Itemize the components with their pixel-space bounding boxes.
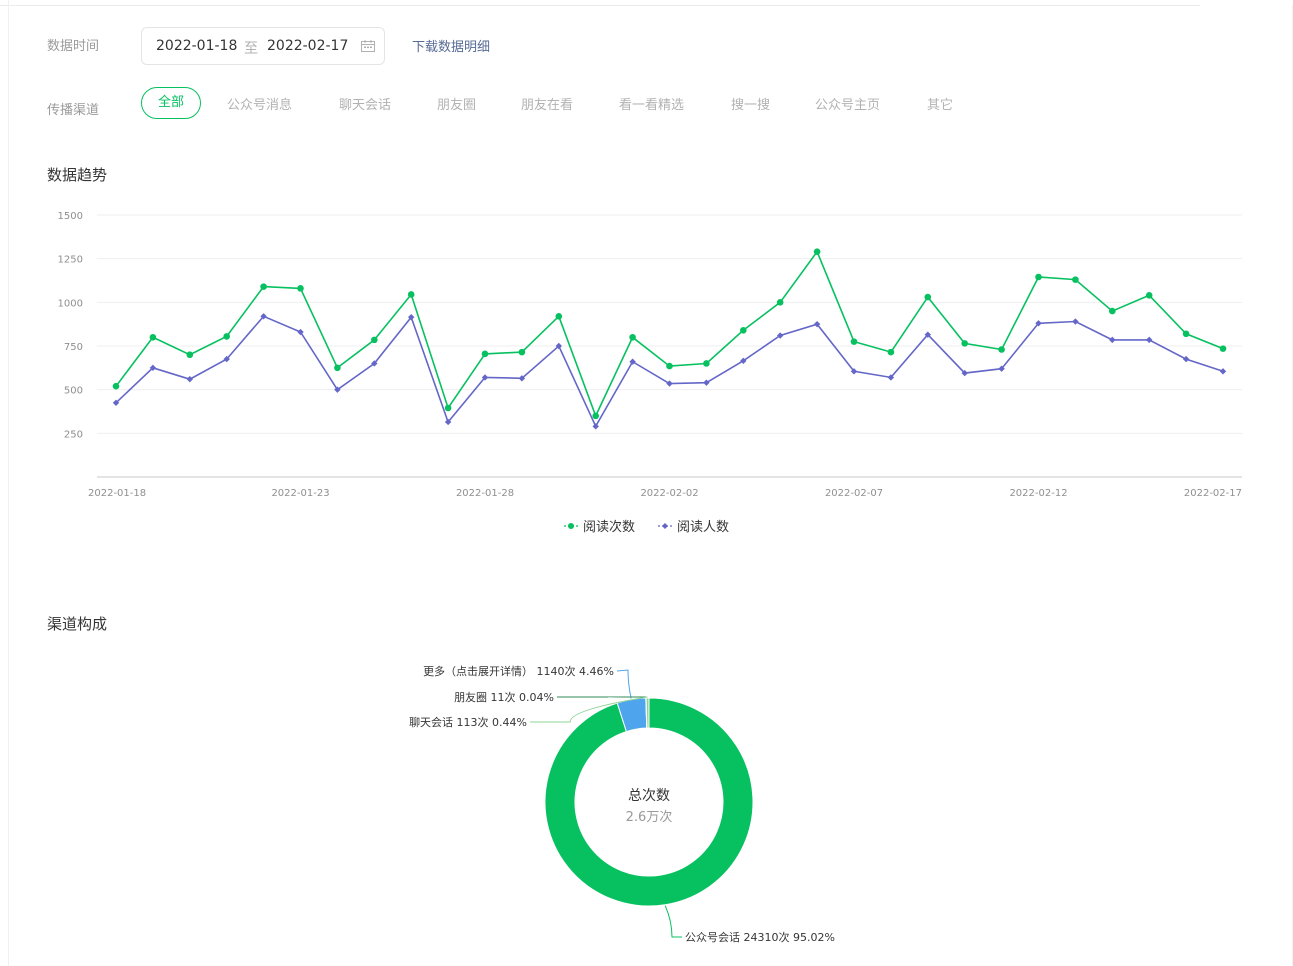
leader-line: [664, 905, 682, 938]
donut-center-title: 总次数: [628, 788, 670, 804]
data-point[interactable]: [666, 362, 673, 370]
data-point[interactable]: [1072, 318, 1079, 325]
channel-chip-other[interactable]: 其它: [927, 94, 953, 113]
x-tick-label: 2022-02-02: [640, 488, 698, 499]
data-point[interactable]: [444, 404, 452, 412]
y-tick-label: 1000: [58, 298, 83, 309]
slice-label[interactable]: 更多（点击展开详情） 1140次 4.46%: [423, 664, 614, 678]
x-tick-label: 2022-01-18: [88, 488, 146, 499]
data-point[interactable]: [1109, 336, 1116, 344]
legend-item-reader-count[interactable]: 阅读人数: [658, 520, 729, 535]
legend-marker: [568, 523, 574, 529]
data-point[interactable]: [555, 313, 563, 320]
series-line-read-count: [115, 250, 1224, 418]
data-point[interactable]: [297, 285, 304, 292]
data-point[interactable]: [629, 333, 636, 341]
date-range-separator: 至: [244, 41, 258, 57]
data-point[interactable]: [961, 340, 968, 347]
donut-slice[interactable]: [645, 697, 650, 729]
data-point[interactable]: [740, 326, 747, 334]
legend-item-read-count[interactable]: 阅读次数: [564, 519, 635, 535]
data-point[interactable]: [1219, 345, 1227, 352]
date-filter-label: 数据时间: [47, 39, 100, 54]
data-point[interactable]: [666, 380, 673, 387]
data-point[interactable]: [518, 348, 526, 356]
legend-label: 阅读人数: [677, 520, 729, 535]
slice-label: 朋友圈 11次 0.04%: [454, 690, 554, 704]
data-point[interactable]: [924, 293, 932, 301]
y-tick-label: 500: [64, 386, 83, 397]
data-point[interactable]: [813, 248, 821, 255]
data-point[interactable]: [1182, 330, 1190, 338]
data-point[interactable]: [371, 336, 378, 344]
data-point[interactable]: [776, 299, 784, 306]
y-tick-label: 250: [64, 429, 83, 440]
data-point[interactable]: [407, 291, 415, 298]
data-point[interactable]: [592, 412, 599, 420]
data-point[interactable]: [149, 333, 157, 341]
channel-donut-chart: 总次数 2.6万次公众号会话 24310次 95.02% 更多（点击展开详情） 11…: [409, 664, 835, 944]
legend-label: 阅读次数: [583, 519, 635, 535]
channel-chip-friends-watching[interactable]: 朋友在看: [521, 94, 573, 113]
trend-section-title: 数据趋势: [47, 166, 108, 184]
slice-label: 公众号会话 24310次 95.02%: [685, 930, 835, 944]
data-point[interactable]: [112, 382, 120, 390]
y-tick-label: 750: [64, 342, 83, 353]
data-point[interactable]: [1219, 368, 1227, 375]
data-point[interactable]: [186, 351, 194, 359]
channel-chip-account-messages[interactable]: 公众号消息: [227, 94, 292, 113]
legend-marker: [662, 523, 668, 529]
channel-chip-all[interactable]: 全部: [141, 87, 201, 119]
x-tick-label: 2022-02-17: [1184, 488, 1242, 499]
data-point[interactable]: [334, 364, 341, 372]
date-range-picker[interactable]: 2022-01-18 至 2022-02-17: [141, 27, 385, 65]
data-point[interactable]: [481, 350, 489, 358]
x-tick-label: 2022-01-23: [271, 488, 329, 499]
data-point[interactable]: [1182, 355, 1190, 363]
start-date-value[interactable]: 2022-01-18: [156, 38, 237, 54]
download-data-link[interactable]: 下载数据明细: [412, 36, 490, 55]
series-line-reader-count: [115, 315, 1224, 429]
leader-line: [616, 669, 632, 699]
x-tick-label: 2022-01-28: [456, 488, 514, 499]
calendar-icon[interactable]: [361, 40, 375, 52]
composition-section-title: 渠道构成: [47, 615, 108, 633]
data-point[interactable]: [629, 358, 636, 365]
channel-chip-chat-sessions[interactable]: 聊天会话: [339, 94, 391, 113]
data-point[interactable]: [1035, 273, 1042, 281]
data-point[interactable]: [850, 338, 858, 345]
data-point[interactable]: [703, 360, 710, 367]
channel-chip-moments[interactable]: 朋友圈: [437, 94, 476, 113]
trend-line-chart: 250 500 750 1000 1250 1500 2022-01-18 2022-01-2…: [58, 211, 1242, 535]
data-point[interactable]: [223, 333, 230, 340]
data-point[interactable]: [1145, 292, 1153, 299]
channel-chip-account-homepage[interactable]: 公众号主页: [815, 94, 880, 113]
end-date-value[interactable]: 2022-02-17: [267, 38, 348, 54]
data-point[interactable]: [1146, 336, 1153, 344]
data-point[interactable]: [1109, 307, 1116, 315]
data-point[interactable]: [186, 375, 193, 383]
donut-center-value: 2.6万次: [626, 809, 673, 825]
data-point[interactable]: [887, 348, 895, 356]
y-tick-label: 1500: [58, 211, 83, 222]
data-point[interactable]: [1072, 276, 1079, 283]
data-point[interactable]: [260, 283, 267, 290]
x-tick-label: 2022-02-12: [1009, 488, 1067, 499]
slice-label: 聊天会话 113次 0.44%: [409, 715, 527, 729]
top-divider: [0, 5, 1200, 6]
data-point[interactable]: [592, 423, 599, 430]
x-tick-label: 2022-02-07: [825, 488, 883, 499]
data-point[interactable]: [703, 379, 710, 386]
data-point[interactable]: [998, 346, 1005, 353]
channel-chip-search[interactable]: 搜一搜: [731, 94, 770, 113]
channel-filter-label: 传播渠道: [47, 103, 100, 118]
channel-chip-top-stories[interactable]: 看一看精选: [619, 94, 684, 113]
y-tick-label: 1250: [58, 255, 83, 266]
